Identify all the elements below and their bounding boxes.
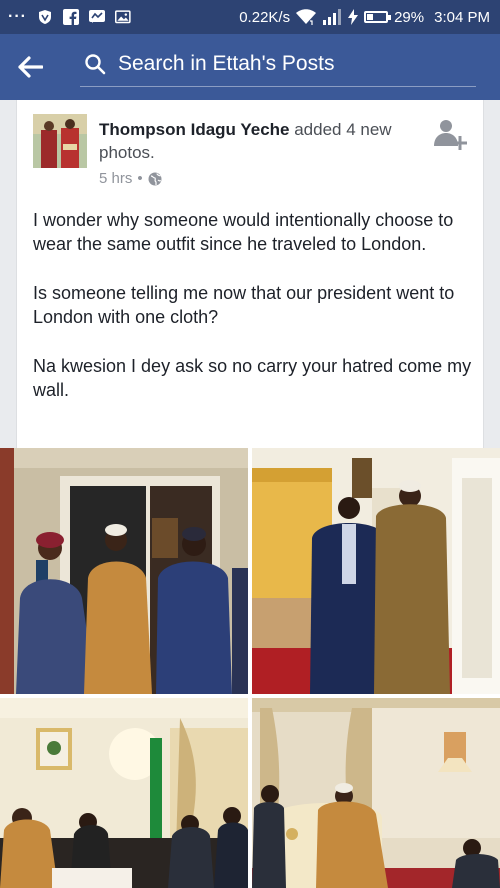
globe-icon: [148, 172, 162, 185]
post-paragraph: I wonder why someone would intentionally…: [33, 210, 454, 254]
search-icon: [85, 54, 106, 75]
wifi-icon: [296, 9, 317, 25]
avatar[interactable]: [33, 114, 87, 168]
post-meta: 5 hrs •: [99, 170, 162, 187]
signal-icon: [322, 9, 342, 25]
search-placeholder: Search in Ettah's Posts: [118, 52, 335, 75]
more-dots-icon: ···: [8, 8, 27, 25]
post-header: Thompson Idagu Yeche added 4 new photos.: [99, 118, 399, 164]
post-body: I wonder why someone would intentionally…: [33, 208, 473, 427]
add-friend-button[interactable]: [431, 116, 467, 152]
post-card: Thompson Idagu Yeche added 4 new photos.…: [16, 100, 484, 448]
post-paragraph: Is someone telling me now that our presi…: [33, 283, 455, 327]
charging-icon: [348, 9, 359, 25]
battery-percent: 29%: [394, 8, 425, 26]
post-photo-2[interactable]: [252, 448, 500, 694]
image-notification-icon: [114, 9, 131, 25]
add-friend-icon: [434, 120, 467, 150]
network-speed: 0.22K/s: [239, 8, 291, 26]
post-photo-1[interactable]: [0, 448, 248, 694]
post-photo-4[interactable]: [252, 698, 500, 888]
arrow-left-icon: [18, 56, 43, 78]
back-button[interactable]: [0, 34, 60, 100]
clock: 3:04 PM: [434, 8, 490, 26]
shield-notification-icon: [37, 9, 53, 25]
app-bar: Search in Ettah's Posts: [0, 34, 500, 100]
author-name[interactable]: Thompson Idagu Yeche: [99, 120, 290, 139]
search-input[interactable]: Search in Ettah's Posts: [80, 42, 476, 87]
post-paragraph: Na kwesion I dey ask so no carry your ha…: [33, 356, 472, 400]
status-bar: ··· 0.22K/s 29% 3:04 PM: [0, 0, 500, 34]
post-photo-3[interactable]: [0, 698, 248, 888]
facebook-notification-icon: [62, 9, 79, 25]
meta-separator: •: [137, 170, 143, 187]
battery-icon: [364, 11, 392, 23]
messenger-notification-icon: [88, 9, 105, 25]
photo-grid: [0, 448, 500, 888]
post-time[interactable]: 5 hrs: [99, 170, 132, 187]
